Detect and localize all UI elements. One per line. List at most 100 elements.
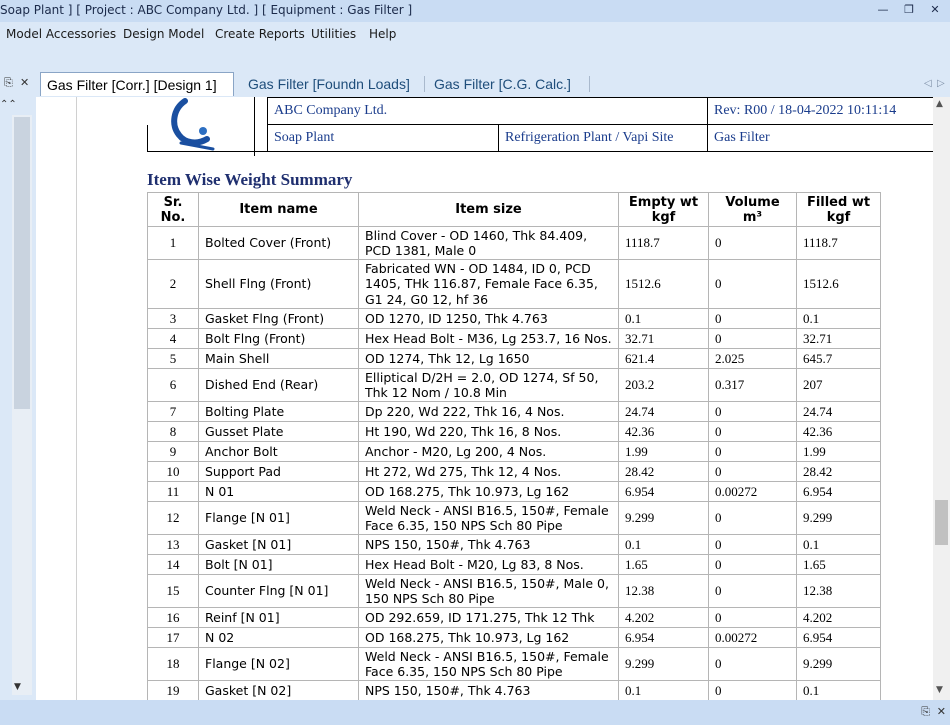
cell-item-size: NPS 150, 150#, Thk 4.763 — [358, 534, 619, 555]
tab-corr-design[interactable]: Gas Filter [Corr.] [Design 1] — [40, 72, 234, 96]
scroll-down-icon[interactable]: ▼ — [14, 682, 21, 692]
cell-volume: 0 — [708, 554, 797, 575]
col-header-filled-wt: Filled wt kgf — [796, 192, 881, 227]
pin-icon[interactable]: ⎘ — [921, 705, 930, 719]
menu-create-reports[interactable]: Create Reports — [215, 27, 305, 41]
cell-filled-wt: 0.1 — [796, 534, 881, 555]
cell-item-size: NPS 150, 150#, Thk 4.763 — [358, 680, 619, 700]
cell-item-size: OD 292.659, ID 171.275, Thk 12 Thk — [358, 607, 619, 628]
window-controls: — ❐ ✕ — [874, 2, 944, 20]
cell-empty-wt: 28.42 — [618, 461, 709, 482]
tab-separator — [589, 76, 590, 92]
table-row: 15 Counter Flng [N 01] Weld Neck - ANSI B1… — [147, 574, 881, 608]
menu-help[interactable]: Help — [369, 27, 396, 41]
cell-item-name: Bolt [N 01] — [198, 554, 359, 575]
cell-filled-wt: 207 — [796, 368, 881, 402]
cell-sr-no: 10 — [147, 461, 199, 482]
cell-empty-wt: 42.36 — [618, 421, 709, 442]
cell-item-name: Flange [N 01] — [198, 501, 359, 535]
cell-sr-no: 7 — [147, 401, 199, 422]
tab-foundn-loads[interactable]: Gas Filter [Foundn Loads] — [242, 72, 422, 96]
menu-utilities[interactable]: Utilities — [311, 27, 356, 41]
cell-sr-no: 17 — [147, 627, 199, 648]
cell-volume: 0 — [708, 607, 797, 628]
document-scroll-thumb[interactable] — [935, 500, 948, 545]
cell-filled-wt: 645.7 — [796, 348, 881, 369]
col-header-item-size: Item size — [358, 192, 619, 227]
close-icon[interactable]: ✕ — [926, 2, 944, 18]
cell-filled-wt: 6.954 — [796, 481, 881, 502]
tab-scroll-right-icon[interactable]: ▷ — [937, 78, 945, 89]
scroll-down-icon[interactable]: ▼ — [936, 685, 943, 695]
cell-item-size: Dp 220, Wd 222, Thk 16, 4 Nos. — [358, 401, 619, 422]
menu-design-model[interactable]: Design Model — [123, 27, 204, 41]
panel-close-icon[interactable]: ✕ — [20, 76, 29, 89]
cell-empty-wt: 6.954 — [618, 627, 709, 648]
col-header-sr: Sr. No. — [147, 192, 199, 227]
cell-filled-wt: 28.42 — [796, 461, 881, 482]
cell-volume: 0 — [708, 226, 797, 260]
plant-name: Soap Plant — [267, 124, 499, 152]
cell-volume: 0 — [708, 441, 797, 462]
cell-filled-wt: 9.299 — [796, 647, 881, 681]
cell-item-name: Bolting Plate — [198, 401, 359, 422]
cell-item-name: Support Pad — [198, 461, 359, 482]
cell-filled-wt: 1512.6 — [796, 259, 881, 309]
cell-item-size: Hex Head Bolt - M36, Lg 253.7, 16 Nos. — [358, 328, 619, 349]
col-header-empty-wt: Empty wt kgf — [618, 192, 709, 227]
table-header-row: Sr. No. Item name Item size Empty wt kgf… — [147, 192, 881, 227]
restore-icon[interactable]: ❐ — [900, 2, 918, 18]
cell-filled-wt: 4.202 — [796, 607, 881, 628]
cell-item-name: Anchor Bolt — [198, 441, 359, 462]
cell-volume: 0.00272 — [708, 627, 797, 648]
weight-summary-table: Sr. No. Item name Item size Empty wt kgf… — [147, 192, 881, 700]
cell-item-name: Reinf [N 01] — [198, 607, 359, 628]
cell-filled-wt: 1.99 — [796, 441, 881, 462]
cell-empty-wt: 4.202 — [618, 607, 709, 628]
cell-item-name: Gasket Flng (Front) — [198, 308, 359, 329]
cell-item-name: Bolt Flng (Front) — [198, 328, 359, 349]
cell-item-name: N 01 — [198, 481, 359, 502]
cell-sr-no: 13 — [147, 534, 199, 555]
cell-volume: 0.317 — [708, 368, 797, 402]
cell-sr-no: 3 — [147, 308, 199, 329]
page-margin-line — [76, 97, 77, 700]
cell-filled-wt: 6.954 — [796, 627, 881, 648]
cell-sr-no: 9 — [147, 441, 199, 462]
cell-item-name: Gusset Plate — [198, 421, 359, 442]
table-row: 18 Flange [N 02] Weld Neck - ANSI B16.5, 1… — [147, 647, 881, 681]
document-tab-strip: ⎘ ✕ Gas Filter [Corr.] [Design 1] Gas Fi… — [0, 70, 950, 97]
report-document: ABC Company Ltd. Rev: R00 / 18-04-2022 1… — [36, 97, 950, 700]
cell-volume: 0 — [708, 680, 797, 700]
tab-separator — [424, 76, 425, 92]
menu-model-accessories[interactable]: Model Accessories — [6, 27, 116, 41]
menu-bar: Model Accessories Design Model Create Re… — [0, 22, 950, 50]
table-row: 14 Bolt [N 01] Hex Head Bolt - M20, Lg 83,… — [147, 554, 881, 575]
left-panel-scroll-thumb[interactable] — [14, 117, 30, 409]
cell-item-size: Anchor - M20, Lg 200, 4 Nos. — [358, 441, 619, 462]
close-icon[interactable]: ✕ — [937, 705, 946, 718]
document-vertical-scrollbar[interactable]: ▲ ▼ — [933, 97, 950, 700]
cell-sr-no: 19 — [147, 680, 199, 700]
revision-info: Rev: R00 / 18-04-2022 10:11:14 — [707, 97, 934, 125]
summary-title: Item Wise Weight Summary — [147, 170, 353, 189]
cell-sr-no: 1 — [147, 226, 199, 260]
cell-filled-wt: 1118.7 — [796, 226, 881, 260]
cell-volume: 0 — [708, 328, 797, 349]
table-row: 11 N 01 OD 168.275, Thk 10.973, Lg 162 6.95… — [147, 481, 881, 502]
tab-cg-calc[interactable]: Gas Filter [C.G. Calc.] — [428, 72, 588, 96]
cell-volume: 0 — [708, 401, 797, 422]
cell-filled-wt: 0.1 — [796, 308, 881, 329]
pin-icon[interactable]: ⎘ — [4, 76, 13, 90]
scroll-up-icon[interactable]: ▲ — [936, 99, 943, 109]
collapse-up-icon[interactable]: ⌃⌃ — [0, 99, 17, 110]
table-row: 8 Gusset Plate Ht 190, Wd 220, Thk 16, 8 N… — [147, 421, 881, 442]
table-row: 12 Flange [N 01] Weld Neck - ANSI B16.5, 1… — [147, 501, 881, 535]
cell-item-size: Ht 272, Wd 275, Thk 12, 4 Nos. — [358, 461, 619, 482]
cell-filled-wt: 24.74 — [796, 401, 881, 422]
cell-empty-wt: 203.2 — [618, 368, 709, 402]
table-row: 6 Dished End (Rear) Elliptical D/2H = 2.0,… — [147, 368, 881, 402]
tab-scroll-left-icon[interactable]: ◁ — [924, 78, 932, 89]
cell-item-size: Weld Neck - ANSI B16.5, 150#, Female Fac… — [358, 501, 619, 535]
minimize-icon[interactable]: — — [874, 2, 892, 18]
